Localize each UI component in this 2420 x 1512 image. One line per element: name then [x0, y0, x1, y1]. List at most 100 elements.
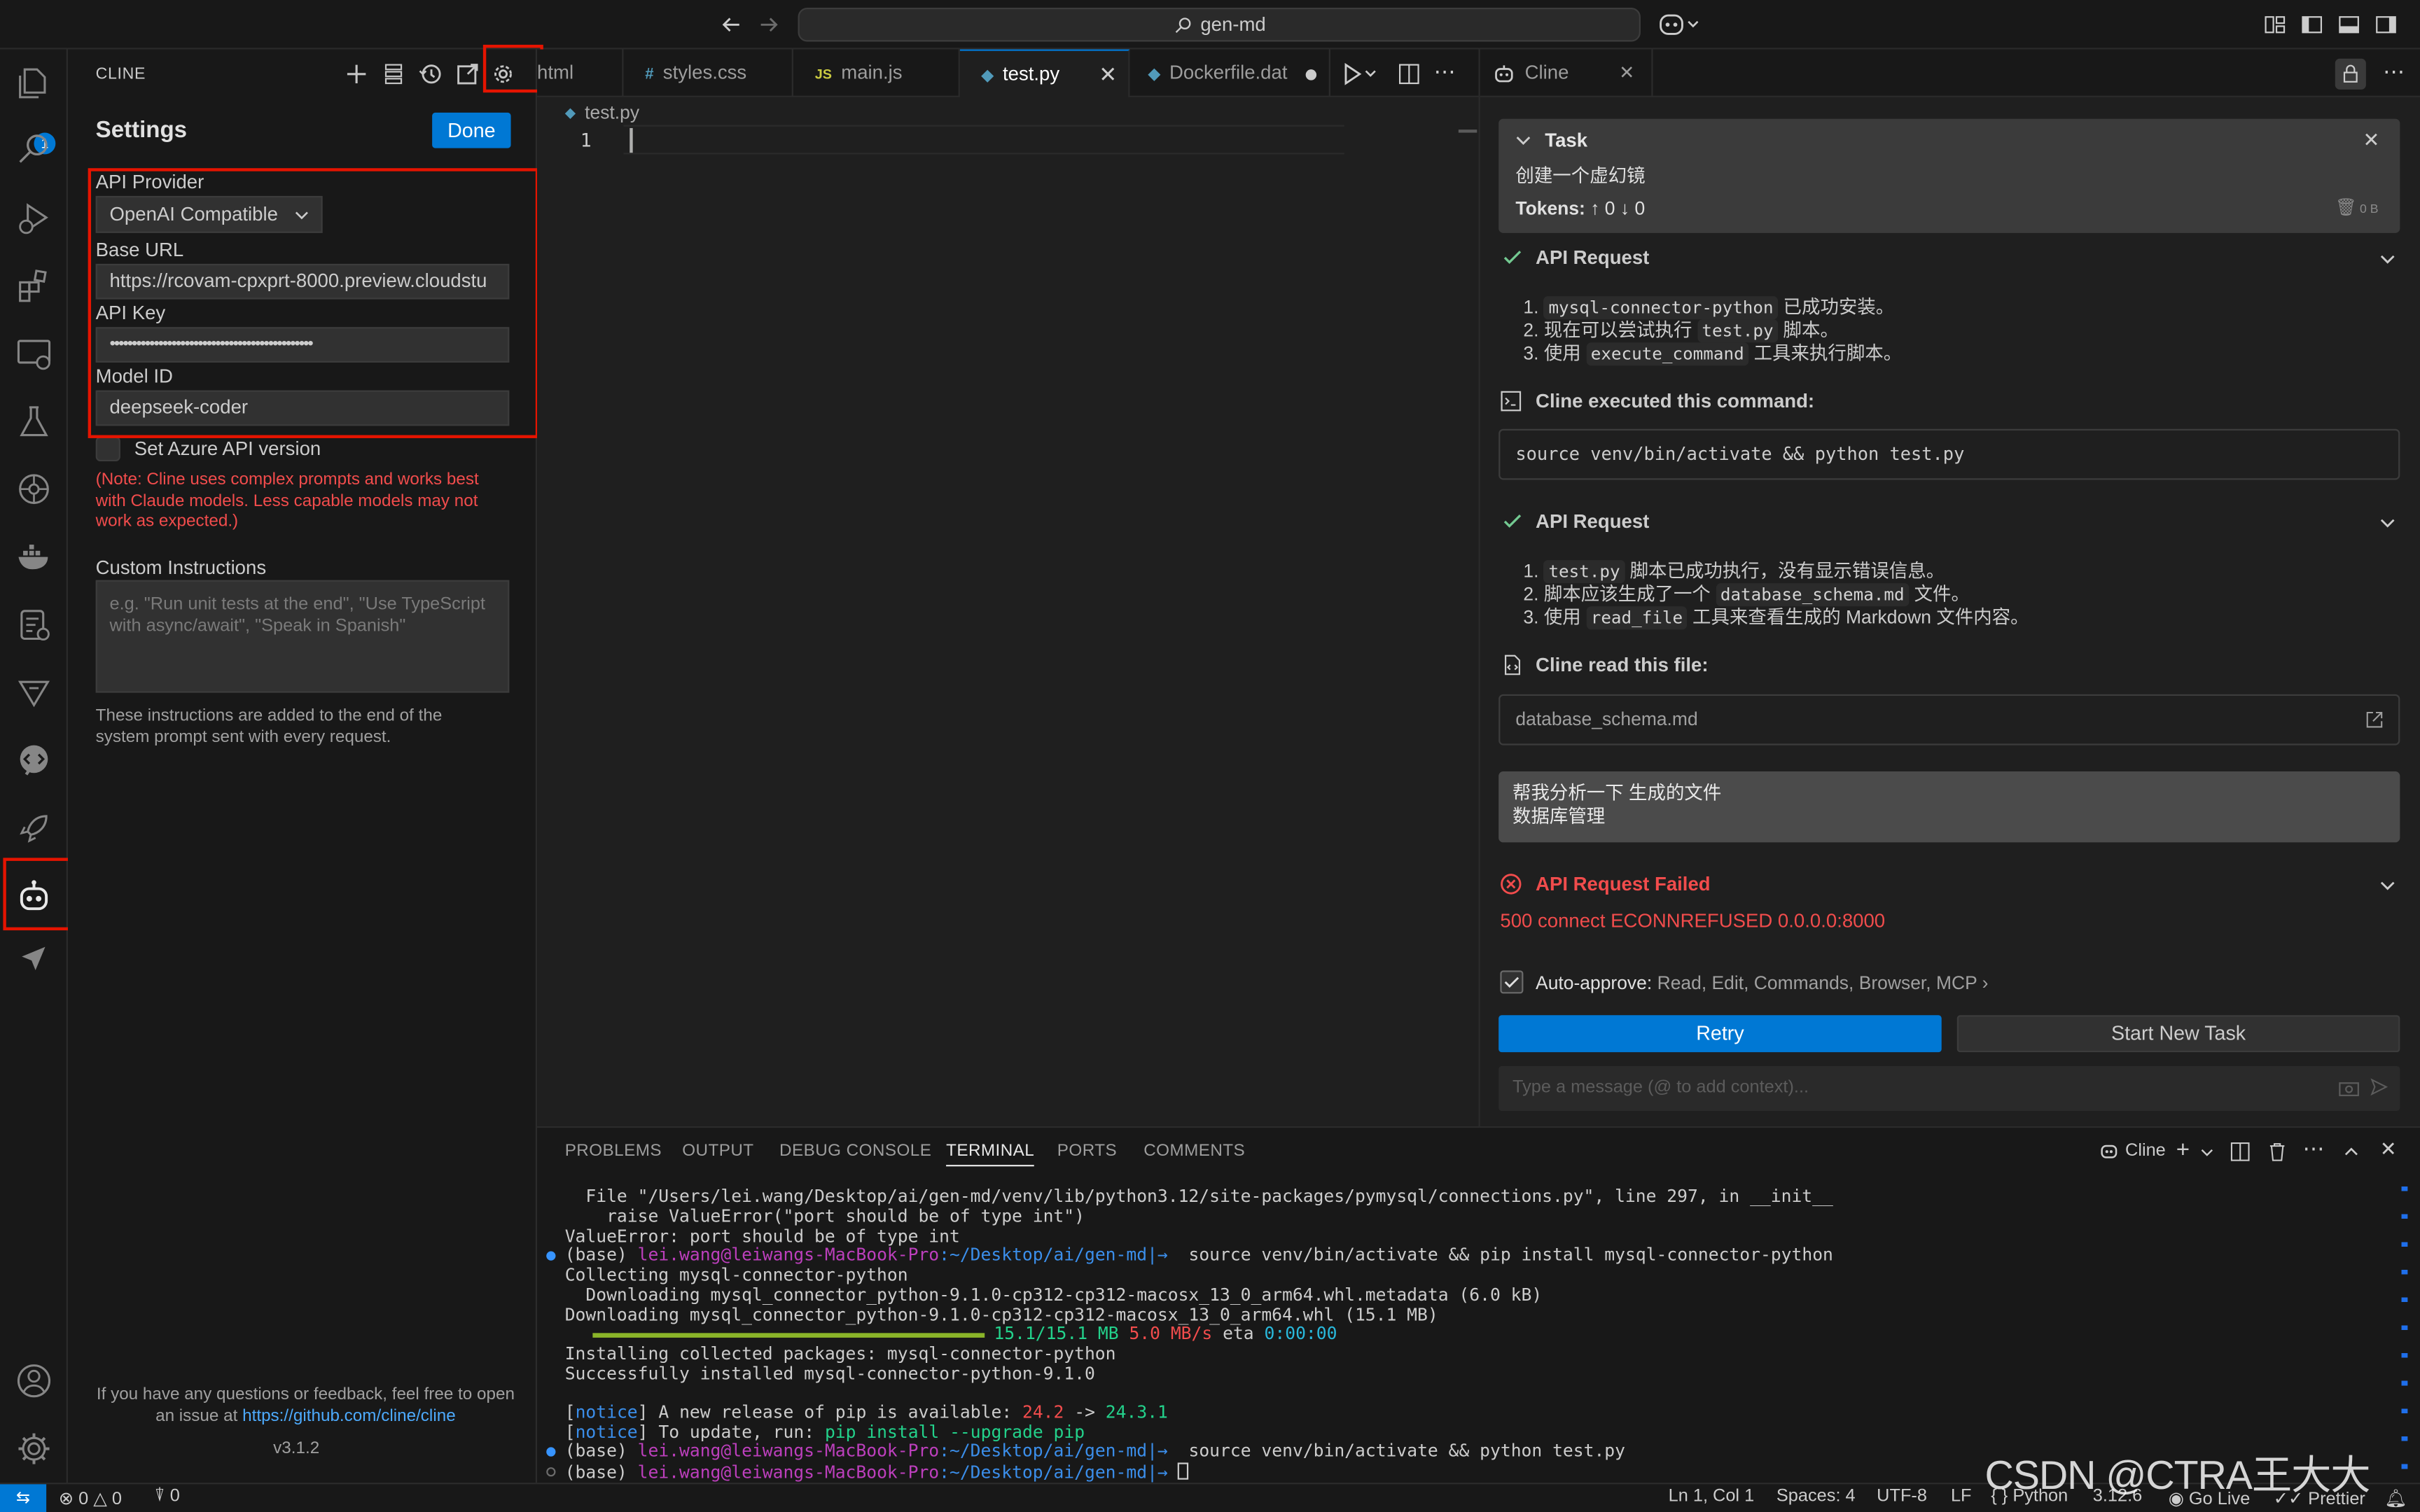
- close-panel-icon[interactable]: ✕: [2380, 1137, 2397, 1161]
- chevron-down-icon[interactable]: [2378, 250, 2396, 268]
- run-debug-icon[interactable]: [13, 196, 56, 239]
- more-actions-icon[interactable]: ⋯: [2383, 59, 2405, 85]
- tab-ports[interactable]: PORTS: [1057, 1142, 1117, 1160]
- text-cursor: [630, 127, 633, 153]
- kubernetes-icon[interactable]: [13, 468, 56, 511]
- tab-terminal[interactable]: TERMINAL: [946, 1142, 1035, 1167]
- tab-styles-css[interactable]: # styles.css: [623, 49, 793, 97]
- chat-input[interactable]: Type a message (@ to add context)...: [1498, 1066, 2400, 1111]
- chat-code-icon[interactable]: [13, 739, 56, 783]
- run-file-icon[interactable]: [1343, 62, 1380, 86]
- chevron-down-icon[interactable]: [2378, 514, 2396, 532]
- retry-button[interactable]: Retry: [1498, 1015, 1942, 1053]
- api-request-response-list: 1. mysql-connector-python 已成功安装。 2. 现在可以…: [1523, 296, 1902, 366]
- search-icon[interactable]: [13, 128, 56, 172]
- cursor-position[interactable]: Ln 1, Col 1: [1669, 1488, 1755, 1506]
- terminal-selector[interactable]: Cline: [2099, 1140, 2166, 1161]
- editor-tab-bar: html # styles.css JS main.js ◆ test.py ✕ ◆ D…: [537, 49, 1479, 99]
- close-tab-icon[interactable]: ✕: [1099, 51, 1117, 99]
- line-endings[interactable]: LF: [1951, 1488, 1972, 1506]
- start-new-task-button[interactable]: Start New Task: [1956, 1015, 2400, 1053]
- new-terminal-plus-icon[interactable]: +: [2176, 1137, 2190, 1163]
- cline-tab[interactable]: Cline ✕: [1480, 49, 1653, 97]
- chevron-down-icon[interactable]: [2199, 1144, 2215, 1160]
- task-text: 创建一个虚幻镜: [1515, 164, 1646, 187]
- lock-group-icon[interactable]: [2335, 58, 2366, 90]
- terminal-line: Downloading mysql_connector_python-9.1.0…: [564, 1284, 1543, 1306]
- chevron-down-icon[interactable]: [1514, 131, 1532, 149]
- split-terminal-icon[interactable]: [2230, 1142, 2251, 1162]
- tab-html[interactable]: html: [537, 49, 624, 97]
- open-external-icon[interactable]: [2365, 710, 2385, 730]
- send-icon[interactable]: [2369, 1077, 2389, 1097]
- azure-checkbox[interactable]: [95, 436, 120, 462]
- more-actions-icon[interactable]: ⋯: [1434, 59, 1456, 85]
- tab-test-py[interactable]: ◆ test.py ✕: [959, 49, 1130, 99]
- history-icon[interactable]: [417, 60, 445, 88]
- css-file-icon: #: [645, 66, 654, 84]
- testing-flask-icon[interactable]: [13, 400, 56, 443]
- back-arrow-icon[interactable]: [719, 13, 744, 37]
- encoding[interactable]: UTF-8: [1877, 1488, 1927, 1506]
- mcp-servers-icon[interactable]: [380, 60, 408, 88]
- tab-dockerfile[interactable]: ◆ Dockerfile.dat: [1129, 49, 1330, 97]
- github-issues-link[interactable]: https://github.com/cline/cline: [242, 1407, 456, 1425]
- maximize-panel-icon[interactable]: [2343, 1143, 2360, 1160]
- error-circle-icon: [1500, 874, 1522, 895]
- customize-layout-icon[interactable]: [2262, 13, 2287, 37]
- send-icon[interactable]: [13, 937, 56, 980]
- chevron-down-icon[interactable]: [2378, 876, 2396, 895]
- camera-icon[interactable]: [2338, 1079, 2360, 1097]
- docker-file-icon: ◆: [1148, 66, 1160, 84]
- indentation[interactable]: Spaces: 4: [1776, 1488, 1856, 1506]
- open-in-editor-icon[interactable]: [454, 60, 482, 88]
- done-button[interactable]: Done: [432, 112, 511, 148]
- unsaved-dot-icon: [1305, 69, 1317, 80]
- tab-debug-console[interactable]: DEBUG CONSOLE: [779, 1142, 931, 1160]
- terminal-prompt-line[interactable]: (base) lei.wang@leiwangs-MacBook-Pro:~/D…: [565, 1462, 1190, 1483]
- toggle-secondary-sidebar-icon[interactable]: [2374, 13, 2398, 37]
- accounts-icon[interactable]: [13, 1359, 56, 1403]
- breadcrumb[interactable]: ◆ test.py: [565, 102, 639, 123]
- toggle-panel-icon[interactable]: [2337, 13, 2361, 37]
- terminal-cursor: [1178, 1462, 1190, 1480]
- tab-strip-fill: [1653, 49, 2420, 97]
- terminal-icon: [1500, 391, 1522, 412]
- list-item: 1. test.py 脚本已成功执行，没有显示错误信息。: [1523, 560, 2029, 584]
- close-task-icon[interactable]: ✕: [2363, 128, 2379, 153]
- forward-arrow-icon[interactable]: [756, 13, 781, 37]
- auto-approve-row[interactable]: Auto-approve: Read, Edit, Commands, Brow…: [1536, 972, 1988, 994]
- toggle-sidebar-icon[interactable]: [2300, 13, 2324, 37]
- more-actions-icon[interactable]: ⋯: [2302, 1135, 2324, 1161]
- kill-terminal-trash-icon[interactable]: [2267, 1142, 2288, 1162]
- rocket-icon[interactable]: [13, 807, 56, 850]
- extensions-icon[interactable]: [13, 264, 56, 307]
- code-editor[interactable]: ◆ test.py 1: [537, 97, 1479, 1126]
- tab-comments[interactable]: COMMENTS: [1143, 1142, 1245, 1160]
- notifications-bell-icon[interactable]: 🔔︎: [2384, 1488, 2407, 1508]
- problems-status[interactable]: ⊗ 0 △ 0: [59, 1488, 122, 1508]
- ports-status[interactable]: ⍒ 0: [154, 1488, 179, 1508]
- remote-indicator[interactable]: ⇆: [0, 1484, 47, 1512]
- database-icon[interactable]: [13, 603, 56, 647]
- close-tab-icon[interactable]: ✕: [1619, 62, 1634, 83]
- docker-icon[interactable]: [13, 536, 56, 579]
- command-center-search[interactable]: gen-md: [798, 8, 1641, 42]
- new-task-plus-icon[interactable]: [342, 60, 370, 88]
- file-block[interactable]: database_schema.md: [1498, 694, 2400, 746]
- command-block: source venv/bin/activate && python test.…: [1498, 428, 2400, 480]
- azure-label: Set Azure API version: [134, 438, 321, 460]
- trash-icon[interactable]: 🗑: [2335, 197, 2357, 217]
- custom-instructions-textarea[interactable]: e.g. "Run unit tests at the end", "Use T…: [95, 580, 510, 693]
- split-editor-icon[interactable]: [1397, 62, 1421, 86]
- tab-problems[interactable]: PROBLEMS: [565, 1142, 662, 1160]
- vitest-icon[interactable]: [13, 671, 56, 715]
- manage-gear-icon[interactable]: [13, 1427, 56, 1471]
- custom-instructions-help: These instructions are added to the end …: [95, 706, 443, 747]
- remote-explorer-icon[interactable]: [13, 332, 56, 375]
- tab-main-js[interactable]: JS main.js: [793, 49, 960, 97]
- auto-approve-checkbox[interactable]: [1500, 970, 1524, 994]
- tab-output[interactable]: OUTPUT: [682, 1142, 753, 1160]
- copilot-icon[interactable]: [1657, 10, 1701, 38]
- explorer-icon[interactable]: [13, 62, 56, 105]
